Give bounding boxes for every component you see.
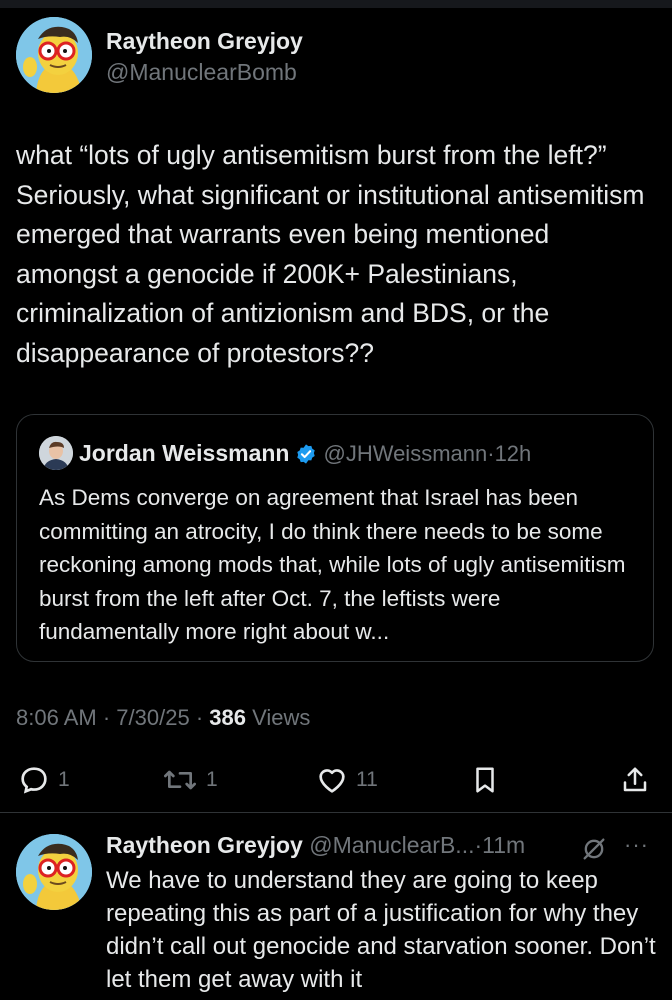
quoted-author-name[interactable]: Jordan Weissmann [79, 440, 289, 466]
quoted-age: 12h [494, 441, 532, 466]
reply-button[interactable]: 1 [18, 760, 70, 800]
meta-separator: · [102, 705, 111, 730]
bookmark-icon [476, 767, 494, 793]
retweet-count: 1 [206, 768, 218, 791]
share-icon [623, 767, 647, 792]
retweet-button[interactable]: 1 [162, 760, 218, 800]
tweet-text: what “lots of ugly antisemitism burst fr… [16, 140, 645, 368]
quoted-tweet-header: Jordan Weissmann @JHWeissmann·12h [79, 440, 531, 467]
author-handle[interactable]: @ManuclearBomb [106, 59, 297, 86]
tweet-meta: 8:06 AM · 7/30/25 · 386 Views [16, 705, 310, 731]
reply-author-handle[interactable]: @ManuclearB... [309, 832, 474, 858]
reply-text: We have to understand they are going to … [106, 867, 656, 993]
reply-icon [21, 767, 47, 794]
like-icon [319, 769, 345, 793]
grok-icon[interactable] [580, 835, 608, 863]
verified-badge-icon [297, 444, 316, 464]
reply-author-avatar[interactable] [16, 834, 92, 910]
divider [0, 812, 672, 813]
reply-age: 11m [482, 832, 526, 858]
reply-header: Raytheon Greyjoy @ManuclearB...·11m [106, 832, 525, 859]
top-bar [0, 0, 672, 8]
quoted-author-avatar[interactable] [39, 436, 73, 470]
like-button[interactable]: 11 [316, 760, 378, 800]
quoted-tweet-text: As Dems converge on agreement that Israe… [39, 485, 626, 644]
share-button[interactable] [620, 760, 650, 800]
reply-author-name[interactable]: Raytheon Greyjoy [106, 832, 303, 858]
reply-count: 1 [58, 768, 70, 791]
meta-separator: · [195, 705, 204, 730]
more-icon[interactable]: ··· [624, 832, 649, 858]
retweet-icon [163, 770, 196, 790]
quoted-separator: · [487, 441, 495, 466]
quoted-tweet-card[interactable]: Jordan Weissmann @JHWeissmann·12h As Dems… [16, 414, 654, 662]
author-name[interactable]: Raytheon Greyjoy [106, 28, 303, 55]
author-avatar[interactable] [16, 17, 92, 93]
reply-separator: · [474, 832, 483, 858]
tweet-time: 8:06 AM [16, 705, 97, 730]
quoted-author-handle[interactable]: @JHWeissmann [323, 441, 487, 466]
bookmark-button[interactable] [470, 760, 500, 800]
views-label: Views [252, 705, 311, 730]
like-count: 11 [356, 768, 378, 791]
tweet-date: 7/30/25 [116, 705, 190, 730]
views-count: 386 [209, 705, 246, 730]
